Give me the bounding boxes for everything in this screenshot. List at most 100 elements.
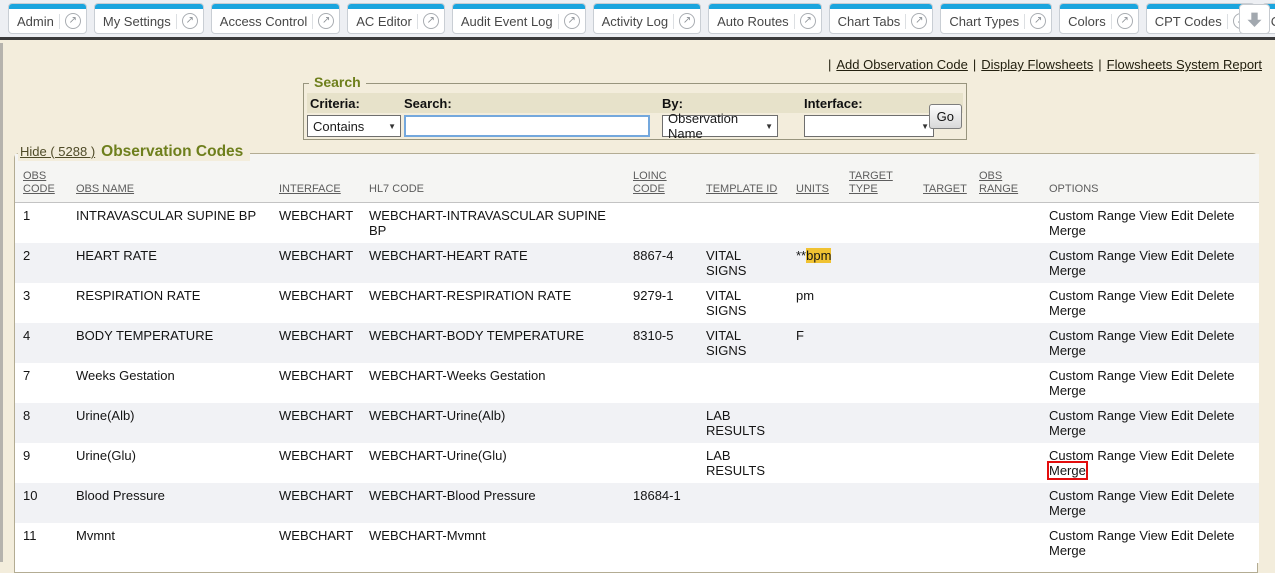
go-button[interactable]: Go <box>929 104 962 129</box>
sort-obs-name[interactable]: OBS NAME <box>76 183 134 195</box>
option-merge-link[interactable]: Merge <box>1049 423 1086 438</box>
option-custom-range-link[interactable]: Custom Range <box>1049 288 1136 303</box>
tab-admin[interactable]: Admin ↗ <box>8 3 87 34</box>
tab-label: Admin <box>17 14 54 29</box>
sort-target[interactable]: TARGET <box>923 183 967 195</box>
tab-overflow-button[interactable] <box>1239 4 1270 34</box>
option-merge-link[interactable]: Merge <box>1049 223 1086 238</box>
cell-interface: WEBCHART <box>271 443 361 483</box>
option-delete-link[interactable]: Delete <box>1197 448 1235 463</box>
option-edit-link[interactable]: Edit <box>1171 288 1193 303</box>
cell-options: Custom Range View Edit Delete Merge <box>1041 243 1259 283</box>
tab-ac-editor[interactable]: AC Editor ↗ <box>347 3 445 34</box>
option-edit-link[interactable]: Edit <box>1171 248 1193 263</box>
option-custom-range-link[interactable]: Custom Range <box>1049 368 1136 383</box>
tab-label: Chart Types <box>949 14 1019 29</box>
open-in-new-window-icon[interactable]: ↗ <box>911 13 927 29</box>
option-custom-range-link[interactable]: Custom Range <box>1049 248 1136 263</box>
option-delete-link[interactable]: Delete <box>1197 288 1235 303</box>
tab-access-control[interactable]: Access Control ↗ <box>211 3 340 34</box>
criteria-select[interactable]: Contains ▼ <box>307 115 401 137</box>
tab-my-settings[interactable]: My Settings ↗ <box>94 3 204 34</box>
template-id-text: VITAL SIGNS <box>706 288 766 318</box>
option-merge-link[interactable]: Merge <box>1049 503 1086 518</box>
tab-activity-log[interactable]: Activity Log ↗ <box>593 3 701 34</box>
open-in-new-window-icon[interactable]: ↗ <box>679 13 695 29</box>
tab-colors[interactable]: Colors ↗ <box>1059 3 1139 34</box>
open-in-new-window-icon[interactable]: ↗ <box>800 13 816 29</box>
cell-obs-code: 2 <box>15 243 68 283</box>
search-input[interactable] <box>404 115 650 137</box>
sort-obs-range[interactable]: OBS RANGE <box>979 170 1018 195</box>
option-view-link[interactable]: View <box>1139 528 1167 543</box>
tab-audit-event-log[interactable]: Audit Event Log ↗ <box>452 3 586 34</box>
hide-count-link[interactable]: Hide ( 5288 ) <box>20 144 95 159</box>
option-custom-range-link[interactable]: Custom Range <box>1049 448 1136 463</box>
option-edit-link[interactable]: Edit <box>1171 208 1193 223</box>
open-in-new-window-icon[interactable]: ↗ <box>65 13 81 29</box>
option-delete-link[interactable]: Delete <box>1197 528 1235 543</box>
cell-loinc-code <box>625 523 698 563</box>
option-edit-link[interactable]: Edit <box>1171 448 1193 463</box>
sort-interface[interactable]: INTERFACE <box>279 183 341 195</box>
option-view-link[interactable]: View <box>1139 248 1167 263</box>
obs-table-header-row: OBS CODEOBS NAMEINTERFACEHL7 CODELOINC C… <box>15 154 1259 203</box>
option-delete-link[interactable]: Delete <box>1197 408 1235 423</box>
option-custom-range-link[interactable]: Custom Range <box>1049 408 1136 423</box>
interface-select[interactable]: ▼ <box>804 115 934 137</box>
option-merge-link[interactable]: Merge <box>1049 303 1086 318</box>
link-separator: | <box>828 57 831 72</box>
sort-target-type[interactable]: TARGET TYPE <box>849 170 893 195</box>
cell-units: **bpm <box>788 243 841 283</box>
sort-loinc-code[interactable]: LOINC CODE <box>633 170 667 195</box>
option-view-link[interactable]: View <box>1139 368 1167 383</box>
option-edit-link[interactable]: Edit <box>1171 488 1193 503</box>
option-custom-range-link[interactable]: Custom Range <box>1049 208 1136 223</box>
option-view-link[interactable]: View <box>1139 328 1167 343</box>
option-custom-range-link[interactable]: Custom Range <box>1049 488 1136 503</box>
option-merge-link[interactable]: Merge <box>1049 263 1086 278</box>
cell-template-id <box>698 363 788 403</box>
open-in-new-window-icon[interactable]: ↗ <box>1030 13 1046 29</box>
option-view-link[interactable]: View <box>1139 208 1167 223</box>
cell-obs-code: 9 <box>15 443 68 483</box>
option-delete-link[interactable]: Delete <box>1197 368 1235 383</box>
option-edit-link[interactable]: Edit <box>1171 368 1193 383</box>
option-merge-link-highlighted[interactable]: Merge <box>1049 463 1086 478</box>
tab-chart-tabs[interactable]: Chart Tabs ↗ <box>829 3 934 34</box>
tab-chart-types[interactable]: Chart Types ↗ <box>940 3 1052 34</box>
option-view-link[interactable]: View <box>1139 448 1167 463</box>
option-custom-range-link[interactable]: Custom Range <box>1049 528 1136 543</box>
search-panel-legend: Search <box>309 74 366 90</box>
by-select[interactable]: Observation Name ▼ <box>662 115 778 137</box>
sort-units[interactable]: UNITS <box>796 183 829 195</box>
option-custom-range-link[interactable]: Custom Range <box>1049 328 1136 343</box>
tab-auto-routes[interactable]: Auto Routes ↗ <box>708 3 822 34</box>
option-view-link[interactable]: View <box>1139 288 1167 303</box>
sort-template-id[interactable]: TEMPLATE ID <box>706 183 777 195</box>
open-in-new-window-icon[interactable]: ↗ <box>318 13 334 29</box>
open-in-new-window-icon[interactable]: ↗ <box>564 13 580 29</box>
option-merge-link[interactable]: Merge <box>1049 383 1086 398</box>
table-row: 11 Mvmnt WEBCHART WEBCHART-Mvmnt Custom … <box>15 523 1259 563</box>
add-observation-code-link[interactable]: Add Observation Code <box>836 57 968 72</box>
template-id-text: VITAL SIGNS <box>706 328 766 358</box>
cell-target <box>915 243 971 283</box>
open-in-new-window-icon[interactable]: ↗ <box>423 13 439 29</box>
option-delete-link[interactable]: Delete <box>1197 208 1235 223</box>
option-view-link[interactable]: View <box>1139 408 1167 423</box>
option-merge-link[interactable]: Merge <box>1049 343 1086 358</box>
open-in-new-window-icon[interactable]: ↗ <box>182 13 198 29</box>
option-view-link[interactable]: View <box>1139 488 1167 503</box>
flowsheets-system-report-link[interactable]: Flowsheets System Report <box>1107 57 1262 72</box>
option-edit-link[interactable]: Edit <box>1171 528 1193 543</box>
option-edit-link[interactable]: Edit <box>1171 328 1193 343</box>
option-merge-link[interactable]: Merge <box>1049 543 1086 558</box>
display-flowsheets-link[interactable]: Display Flowsheets <box>981 57 1093 72</box>
option-edit-link[interactable]: Edit <box>1171 408 1193 423</box>
sort-obs-code[interactable]: OBS CODE <box>23 170 55 195</box>
open-in-new-window-icon[interactable]: ↗ <box>1117 13 1133 29</box>
option-delete-link[interactable]: Delete <box>1197 328 1235 343</box>
option-delete-link[interactable]: Delete <box>1197 488 1235 503</box>
option-delete-link[interactable]: Delete <box>1197 248 1235 263</box>
